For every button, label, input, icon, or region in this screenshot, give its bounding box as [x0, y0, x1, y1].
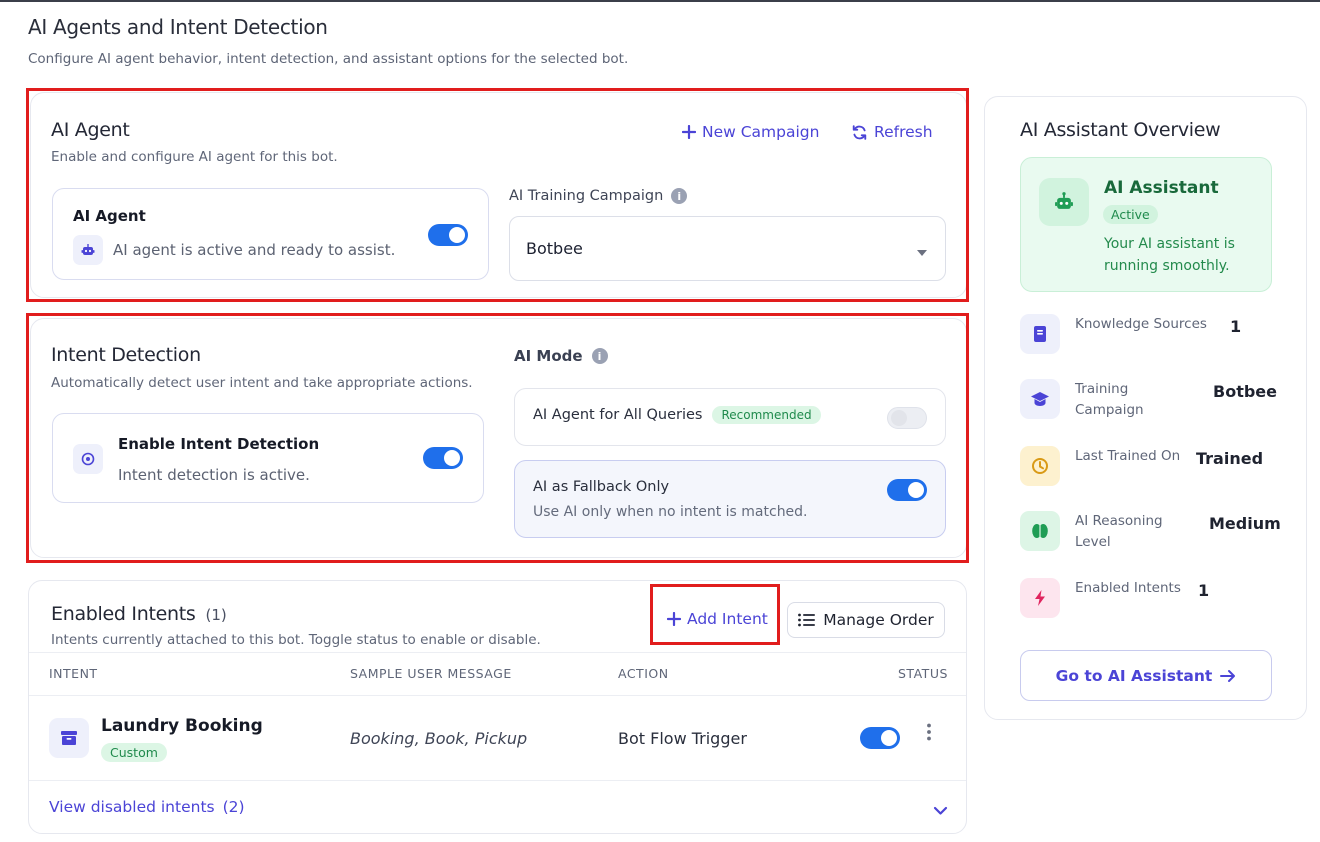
table-bottom-divider	[29, 780, 966, 781]
ai-mode-option-fallback[interactable]: AI as Fallback Only Use AI only when no …	[514, 460, 946, 538]
stat-label-training-campaign: Training Campaign	[1075, 381, 1144, 418]
stat-value-knowledge-sources: 1	[1230, 317, 1242, 336]
column-header-sample: SAMPLE USER MESSAGE	[350, 666, 512, 681]
intent-detection-subtitle: Automatically detect user intent and tak…	[51, 375, 473, 391]
enabled-intents-card: Enabled Intents (1) Intents currently at…	[28, 580, 967, 834]
column-header-intent: INTENT	[49, 666, 98, 681]
ai-agent-toggle-label: AI Agent	[73, 207, 146, 225]
ai-agent-card: AI Agent Enable and configure AI agent f…	[30, 92, 967, 298]
refresh-icon	[852, 124, 867, 140]
intent-detection-toggle-card: Enable Intent Detection Intent detection…	[52, 413, 484, 503]
chevron-down-icon	[917, 250, 927, 256]
view-disabled-intents-link[interactable]: View disabled intents (2)	[49, 798, 245, 816]
campaign-label-row: AI Training Campaign i	[509, 188, 688, 204]
fallback-toggle[interactable]	[887, 479, 927, 501]
go-to-ai-assistant-label: Go to AI Assistant	[1055, 666, 1213, 685]
clock-icon	[1020, 446, 1060, 486]
all-queries-label-row: AI Agent for All Queries Recommended	[533, 406, 821, 424]
chevron-down-icon[interactable]	[933, 801, 948, 820]
ai-agent-status: AI agent is active and ready to assist.	[113, 241, 396, 259]
info-icon[interactable]: i	[671, 188, 688, 204]
ai-mode-option-all-queries[interactable]: AI Agent for All Queries Recommended	[514, 388, 946, 446]
stat-label-enabled-intents: Enabled Intents	[1075, 580, 1181, 596]
box-icon	[49, 718, 89, 758]
stat-label-reasoning-level: AI Reasoning Level	[1075, 513, 1163, 550]
intent-detection-card: Intent Detection Automatically detect us…	[30, 318, 967, 558]
all-queries-label: AI Agent for All Queries	[533, 407, 703, 423]
ai-mode-label: AI Mode	[514, 347, 583, 365]
manage-order-label: Manage Order	[823, 611, 934, 629]
robot-icon	[1039, 178, 1089, 226]
robot-icon	[73, 235, 103, 265]
new-campaign-button[interactable]: New Campaign	[682, 123, 819, 141]
all-queries-toggle[interactable]	[887, 407, 927, 429]
enabled-intents-title-row: Enabled Intents (1)	[51, 603, 227, 625]
plus-icon	[667, 612, 681, 626]
new-campaign-label: New Campaign	[702, 123, 820, 141]
column-header-status: STATUS	[898, 666, 948, 681]
plus-icon	[682, 125, 696, 139]
stat-value-last-trained: Trained	[1196, 449, 1264, 468]
bolt-icon	[1020, 578, 1060, 618]
assistant-status-badge: Active	[1103, 205, 1158, 224]
intent-sample-message: Booking, Book, Pickup	[350, 729, 528, 748]
stat-value-enabled-intents: 1	[1198, 581, 1210, 600]
page-subtitle: Configure AI agent behavior, intent dete…	[28, 51, 629, 67]
page-title: AI Agents and Intent Detection	[28, 15, 328, 39]
book-icon	[1020, 314, 1060, 354]
custom-badge: Custom	[101, 743, 167, 762]
assistant-name: AI Assistant	[1104, 178, 1219, 198]
target-icon	[73, 444, 103, 474]
refresh-label: Refresh	[874, 123, 933, 141]
intent-detection-toggle-label: Enable Intent Detection	[118, 435, 320, 453]
ai-agent-title: AI Agent	[51, 119, 130, 141]
more-options-icon[interactable]	[922, 722, 936, 742]
column-header-action: ACTION	[618, 666, 669, 681]
campaign-select[interactable]: Botbee	[509, 216, 946, 281]
view-disabled-count: (2)	[222, 798, 245, 816]
add-intent-label: Add Intent	[687, 610, 768, 628]
intent-detection-status: Intent detection is active.	[118, 466, 310, 484]
enabled-intents-title: Enabled Intents	[51, 603, 196, 625]
stat-value-reasoning-level: Medium	[1209, 514, 1281, 533]
view-disabled-label: View disabled intents	[49, 798, 215, 816]
stat-label-last-trained: Last Trained On	[1075, 448, 1181, 464]
ai-mode-label-row: AI Mode i	[514, 347, 608, 365]
fallback-label: AI as Fallback Only	[533, 479, 670, 495]
overview-title: AI Assistant Overview	[1020, 119, 1221, 141]
list-icon	[798, 613, 816, 627]
top-border	[0, 0, 1320, 2]
intent-detection-title: Intent Detection	[51, 344, 201, 366]
table-row: Laundry Booking Custom Booking, Book, Pi…	[29, 696, 966, 780]
go-to-ai-assistant-button[interactable]: Go to AI Assistant	[1020, 650, 1272, 701]
campaign-select-value: Botbee	[526, 239, 583, 258]
fallback-description: Use AI only when no intent is matched.	[533, 504, 808, 520]
overview-card: AI Assistant Overview AI Assistant Activ…	[984, 96, 1307, 720]
table-top-divider	[29, 652, 966, 653]
brain-icon	[1020, 511, 1060, 551]
intent-detection-toggle[interactable]	[423, 447, 463, 469]
intent-name: Laundry Booking	[101, 716, 263, 736]
graduation-cap-icon	[1020, 379, 1060, 419]
intent-action: Bot Flow Trigger	[618, 729, 747, 748]
ai-agent-toggle-card: AI Agent AI agent is active and ready to…	[52, 188, 489, 280]
info-icon[interactable]: i	[591, 348, 608, 364]
stat-label-knowledge-sources: Knowledge Sources	[1075, 316, 1207, 332]
intent-status-toggle[interactable]	[860, 727, 900, 749]
refresh-button[interactable]: Refresh	[851, 123, 933, 141]
ai-agent-subtitle: Enable and configure AI agent for this b…	[51, 149, 338, 165]
stat-value-training-campaign: Botbee	[1213, 382, 1277, 401]
ai-agent-toggle[interactable]	[428, 224, 468, 246]
campaign-label: AI Training Campaign	[509, 188, 664, 204]
add-intent-button[interactable]: Add Intent	[667, 610, 768, 628]
enabled-intents-subtitle: Intents currently attached to this bot. …	[51, 632, 541, 648]
assistant-message: Your AI assistant is running smoothly.	[1104, 236, 1235, 274]
recommended-badge: Recommended	[712, 406, 821, 424]
enabled-intents-count: (1)	[205, 606, 227, 624]
assistant-status-card: AI Assistant Active Your AI assistant is…	[1020, 157, 1272, 292]
manage-order-button[interactable]: Manage Order	[787, 602, 945, 638]
arrow-right-icon	[1220, 669, 1236, 682]
